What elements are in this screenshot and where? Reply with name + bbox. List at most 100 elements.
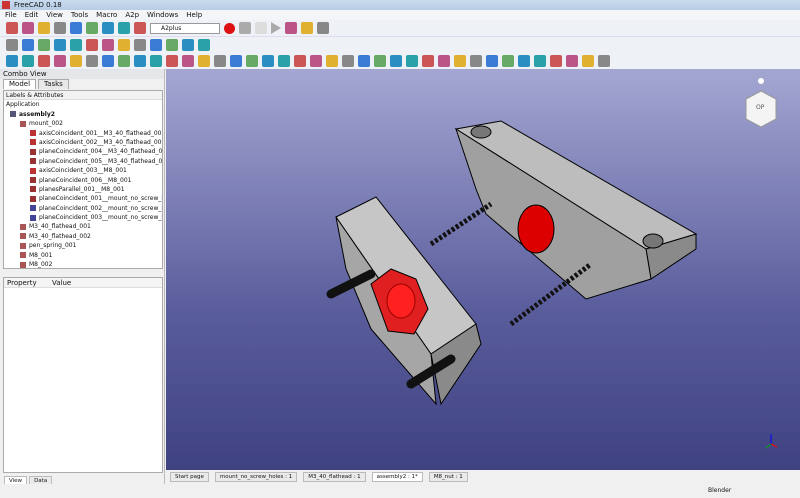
toolbar-button-icon[interactable] xyxy=(102,55,114,67)
tree-item[interactable]: planeCoincident_002__mount_no_screw_ho xyxy=(4,204,162,213)
toolbar-button-icon[interactable] xyxy=(166,55,178,67)
toolbar-button-icon[interactable] xyxy=(454,55,466,67)
toolbar-button-icon[interactable] xyxy=(358,55,370,67)
execute-macro-icon[interactable] xyxy=(271,22,281,34)
toolbar-button-icon[interactable] xyxy=(246,55,258,67)
tree-item[interactable]: planeCoincident_004__M3_40_flathead_001 xyxy=(4,147,162,156)
toolbar-button-icon[interactable] xyxy=(102,39,114,51)
toolbar-button-icon[interactable] xyxy=(118,22,130,34)
menu-a2p[interactable]: A2p xyxy=(125,10,139,20)
menu-view[interactable]: View xyxy=(46,10,63,20)
tree-item[interactable]: M3_40_flathead_002 xyxy=(4,232,162,241)
toolbar-button-icon[interactable] xyxy=(70,22,82,34)
toolbar-button-icon[interactable] xyxy=(390,55,402,67)
toolbar-button-icon[interactable] xyxy=(102,22,114,34)
navigation-cube[interactable]: OP xyxy=(745,78,777,128)
menu-edit[interactable]: Edit xyxy=(25,10,39,20)
tree-item[interactable]: axisCoincident_001__M3_40_flathead_001 xyxy=(4,129,162,138)
toolbar-button-icon[interactable] xyxy=(86,39,98,51)
toolbar-button-icon[interactable] xyxy=(166,39,178,51)
record-macro-icon[interactable] xyxy=(224,22,235,34)
tree-item[interactable]: planeCoincident_003__mount_no_screw_ho xyxy=(4,213,162,222)
tree-item[interactable]: assembly2 xyxy=(4,110,162,119)
toolbar-button-icon[interactable] xyxy=(6,55,18,67)
toolbar-button-icon[interactable] xyxy=(198,39,210,51)
toolbar-button-icon[interactable] xyxy=(534,55,546,67)
tree-item[interactable]: axisCoincident_002__M3_40_flathead_002 xyxy=(4,138,162,147)
navigation-style[interactable]: Blender xyxy=(708,487,731,494)
toolbar-button-icon[interactable] xyxy=(326,55,338,67)
toolbar-button-icon[interactable] xyxy=(294,55,306,67)
tree-item[interactable]: planesParallel_001__M8_001 xyxy=(4,185,162,194)
toolbar-button-icon[interactable] xyxy=(22,55,34,67)
tree-item[interactable]: planeCoincident_001__mount_no_screw_ho xyxy=(4,194,162,203)
menu-file[interactable]: File xyxy=(5,10,17,20)
toolbar-button-icon[interactable] xyxy=(22,39,34,51)
toolbar-button-icon[interactable] xyxy=(342,55,354,67)
toolbar-button-icon[interactable] xyxy=(502,55,514,67)
toolbar-button-icon[interactable] xyxy=(486,55,498,67)
toolbar-button-icon[interactable] xyxy=(262,55,274,67)
tree-item[interactable]: planeCoincident_005__M3_40_flathead_002 xyxy=(4,157,162,166)
toolbar-button-icon[interactable] xyxy=(150,39,162,51)
3d-viewport[interactable]: OP xyxy=(166,69,800,470)
toolbar-button-icon[interactable] xyxy=(86,55,98,67)
macros-icon[interactable] xyxy=(255,22,267,34)
toolbar-button-icon[interactable] xyxy=(285,22,297,34)
toolbar-button-icon[interactable] xyxy=(118,39,130,51)
toolbar-button-icon[interactable] xyxy=(86,22,98,34)
toolbar-button-icon[interactable] xyxy=(374,55,386,67)
toolbar-button-icon[interactable] xyxy=(38,55,50,67)
document-tab[interactable]: assembly2 : 1* xyxy=(371,472,423,482)
toolbar-button-icon[interactable] xyxy=(230,55,242,67)
toolbar-button-icon[interactable] xyxy=(310,55,322,67)
document-tab[interactable]: M8_nut : 1 xyxy=(428,472,468,482)
toolbar-button-icon[interactable] xyxy=(278,55,290,67)
toolbar-button-icon[interactable] xyxy=(198,55,210,67)
toolbar-button-icon[interactable] xyxy=(118,55,130,67)
toolbar-button-icon[interactable] xyxy=(301,22,313,34)
workbench-selector[interactable]: A2plus xyxy=(150,22,220,34)
toolbar-button-icon[interactable] xyxy=(22,22,34,34)
tree-item[interactable]: M8_001 xyxy=(4,251,162,260)
toolbar-button-icon[interactable] xyxy=(38,39,50,51)
model-tree[interactable]: Labels & Attributes Application assembly… xyxy=(3,90,163,269)
tree-item[interactable]: mount_002 xyxy=(4,119,162,128)
toolbar-button-icon[interactable] xyxy=(6,39,18,51)
toolbar-button-icon[interactable] xyxy=(406,55,418,67)
toolbar-button-icon[interactable] xyxy=(54,22,66,34)
toolbar-button-icon[interactable] xyxy=(317,22,329,34)
tree-item[interactable]: axisCoincident_003__M8_001 xyxy=(4,166,162,175)
tab-model[interactable]: Model xyxy=(3,79,37,89)
tree-item[interactable]: pen_spring_001 xyxy=(4,241,162,250)
toolbar-button-icon[interactable] xyxy=(54,39,66,51)
toolbar-button-icon[interactable] xyxy=(422,55,434,67)
toolbar-button-icon[interactable] xyxy=(134,22,146,34)
menu-tools[interactable]: Tools xyxy=(71,10,88,20)
tree-item[interactable]: planeCoincident_006__M8_001 xyxy=(4,176,162,185)
document-tab[interactable]: Start page xyxy=(170,472,209,482)
toolbar-button-icon[interactable] xyxy=(182,55,194,67)
toolbar-button-icon[interactable] xyxy=(54,55,66,67)
tree-item[interactable]: M8_002 xyxy=(4,260,162,268)
toolbar-button-icon[interactable] xyxy=(550,55,562,67)
menu-help[interactable]: Help xyxy=(186,10,202,20)
document-tab[interactable]: mount_no_screw_holes : 1 xyxy=(214,472,298,482)
menu-macro[interactable]: Macro xyxy=(96,10,117,20)
toolbar-button-icon[interactable] xyxy=(582,55,594,67)
tab-tasks[interactable]: Tasks xyxy=(38,79,69,89)
menu-windows[interactable]: Windows xyxy=(147,10,178,20)
tree-item[interactable]: M3_40_flathead_001 xyxy=(4,222,162,231)
toolbar-button-icon[interactable] xyxy=(6,22,18,34)
toolbar-button-icon[interactable] xyxy=(566,55,578,67)
toolbar-button-icon[interactable] xyxy=(470,55,482,67)
toolbar-button-icon[interactable] xyxy=(182,39,194,51)
toolbar-button-icon[interactable] xyxy=(518,55,530,67)
document-tab[interactable]: M3_40_flathead : 1 xyxy=(303,472,366,482)
toolbar-button-icon[interactable] xyxy=(214,55,226,67)
toolbar-button-icon[interactable] xyxy=(598,55,610,67)
toolbar-button-icon[interactable] xyxy=(38,22,50,34)
toolbar-button-icon[interactable] xyxy=(134,55,146,67)
toolbar-button-icon[interactable] xyxy=(70,55,82,67)
toolbar-button-icon[interactable] xyxy=(70,39,82,51)
